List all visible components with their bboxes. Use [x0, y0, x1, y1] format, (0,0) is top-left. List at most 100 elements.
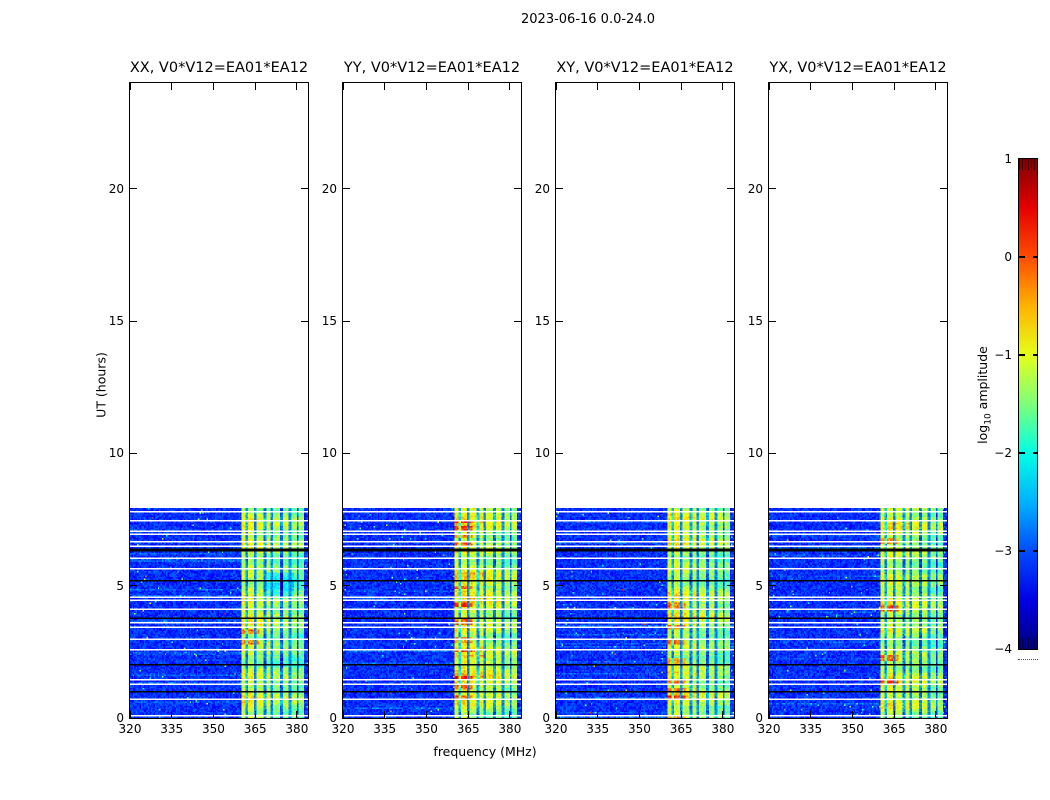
colorbar-tick-mark	[1019, 550, 1025, 552]
x-tick-mark	[213, 711, 214, 718]
y-tick-label: 20	[109, 182, 124, 196]
spectrogram-canvas-yx	[769, 508, 947, 718]
panel-title-xx: XX, V0*V12=EA01*EA12	[130, 60, 308, 76]
y-tick-mark	[769, 453, 776, 454]
y-tick-label: 10	[748, 446, 763, 460]
colorbar-hatch-bottom	[1019, 638, 1037, 649]
x-tick-mark	[935, 83, 936, 90]
y-tick-label: 0	[542, 711, 550, 725]
x-axis-label: frequency (MHz)	[433, 744, 536, 759]
spectrogram-panel-xx	[129, 82, 309, 719]
y-tick-label: 15	[322, 314, 337, 328]
x-tick-mark	[597, 711, 598, 718]
y-tick-mark	[514, 585, 521, 586]
panel-title-yy: YY, V0*V12=EA01*EA12	[344, 60, 520, 76]
y-tick-mark	[940, 321, 947, 322]
x-tick-label: 335	[160, 722, 183, 736]
x-tick-mark	[597, 83, 598, 90]
y-tick-mark	[727, 453, 734, 454]
x-tick-mark	[255, 83, 256, 90]
x-tick-mark	[384, 711, 385, 718]
colorbar-label: log10 amplitude	[975, 346, 994, 444]
x-tick-mark	[681, 711, 682, 718]
x-tick-mark	[468, 83, 469, 90]
y-tick-label: 5	[116, 579, 124, 593]
y-tick-mark	[727, 718, 734, 719]
x-tick-label: 335	[799, 722, 822, 736]
colorbar-tick-mark	[1019, 452, 1025, 454]
colorbar-tick-label: 0	[1004, 250, 1012, 264]
spectrogram-canvas-xx	[130, 508, 308, 718]
x-tick-mark	[509, 711, 510, 718]
y-tick-label: 20	[748, 182, 763, 196]
colorbar-label-sub: 10	[983, 413, 993, 424]
y-tick-mark	[940, 453, 947, 454]
y-tick-mark	[556, 718, 563, 719]
x-tick-label: 350	[415, 722, 438, 736]
y-tick-mark	[130, 321, 137, 322]
y-tick-mark	[301, 321, 308, 322]
x-tick-mark	[722, 711, 723, 718]
x-tick-mark	[171, 83, 172, 90]
y-tick-mark	[769, 718, 776, 719]
y-tick-mark	[727, 321, 734, 322]
colorbar-minor-dots	[1018, 659, 1038, 660]
colorbar-tick-label: −1	[994, 348, 1012, 362]
y-tick-label: 10	[322, 446, 337, 460]
x-tick-mark	[810, 711, 811, 718]
x-tick-mark	[171, 711, 172, 718]
colorbar-label-prefix: log	[975, 425, 990, 444]
colorbar-tick-label: −4	[994, 642, 1012, 656]
y-tick-label: 0	[116, 711, 124, 725]
panel-title-xy: XY, V0*V12=EA01*EA12	[556, 60, 733, 76]
y-axis-label: UT (hours)	[94, 352, 109, 418]
spectrogram-canvas-yy	[343, 508, 521, 718]
y-tick-mark	[343, 321, 350, 322]
colorbar-tick-label: −3	[994, 544, 1012, 558]
x-tick-label: 350	[628, 722, 651, 736]
x-tick-mark	[894, 711, 895, 718]
spectrogram-canvas-xy	[556, 508, 734, 718]
y-tick-mark	[343, 453, 350, 454]
x-tick-mark	[130, 83, 131, 90]
colorbar-tick-label: −2	[994, 446, 1012, 460]
x-tick-mark	[722, 83, 723, 90]
x-tick-mark	[213, 83, 214, 90]
y-tick-label: 10	[535, 446, 550, 460]
y-tick-mark	[940, 188, 947, 189]
y-tick-mark	[301, 718, 308, 719]
x-tick-mark	[639, 83, 640, 90]
y-tick-label: 5	[329, 579, 337, 593]
x-tick-label: 380	[498, 722, 521, 736]
y-tick-mark	[769, 188, 776, 189]
y-tick-mark	[130, 718, 137, 719]
x-tick-mark	[769, 83, 770, 90]
x-tick-mark	[426, 83, 427, 90]
colorbar-label-rest: amplitude	[975, 346, 990, 413]
colorbar-tick-mark	[1033, 256, 1037, 258]
x-tick-mark	[296, 83, 297, 90]
panel-title-yx: YX, V0*V12=EA01*EA12	[769, 60, 946, 76]
x-tick-mark	[468, 711, 469, 718]
x-tick-mark	[426, 711, 427, 718]
x-tick-mark	[343, 83, 344, 90]
x-tick-label: 350	[202, 722, 225, 736]
x-tick-mark	[894, 83, 895, 90]
spectrogram-panel-yx	[768, 82, 948, 719]
y-tick-label: 20	[535, 182, 550, 196]
y-tick-mark	[940, 585, 947, 586]
y-tick-mark	[301, 453, 308, 454]
y-tick-mark	[301, 188, 308, 189]
x-tick-mark	[255, 711, 256, 718]
x-tick-label: 365	[457, 722, 480, 736]
y-tick-mark	[130, 188, 137, 189]
y-tick-mark	[727, 585, 734, 586]
y-tick-mark	[940, 718, 947, 719]
y-tick-mark	[343, 718, 350, 719]
x-tick-label: 335	[373, 722, 396, 736]
y-tick-label: 15	[748, 314, 763, 328]
y-tick-label: 5	[542, 579, 550, 593]
y-tick-mark	[556, 585, 563, 586]
x-tick-mark	[935, 711, 936, 718]
x-tick-mark	[296, 711, 297, 718]
